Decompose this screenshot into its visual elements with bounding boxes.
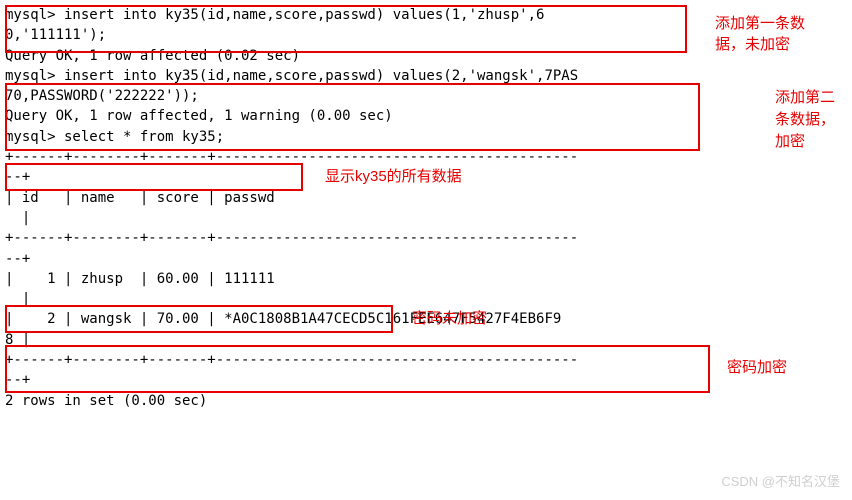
label-row1: 密码未加密 [412,309,487,329]
watermark: CSDN @不知名汉堡 [721,473,840,492]
label-insert1-l2: 据，未加密 [715,35,790,55]
header-b: | [5,208,847,228]
sep2a: +------+--------+-------+---------------… [5,228,847,248]
label-insert2-l3: 加密 [775,132,805,152]
box-insert1 [5,5,687,53]
label-select: 显示ky35的所有数据 [325,167,462,187]
rows-count: 2 rows in set (0.00 sec) [5,391,847,411]
label-insert2-l2: 条数据， [775,110,835,130]
row1-a: | 1 | zhusp | 60.00 | 111111 [5,269,847,289]
sep2b: --+ [5,249,847,269]
label-insert2-l1: 添加第二 [775,88,835,108]
box-row2 [5,345,710,393]
label-insert1-l1: 添加第一条数 [715,14,805,34]
box-row1 [5,305,393,333]
box-select [5,163,303,191]
label-row2: 密码加密 [727,358,787,378]
box-insert2 [5,83,700,151]
